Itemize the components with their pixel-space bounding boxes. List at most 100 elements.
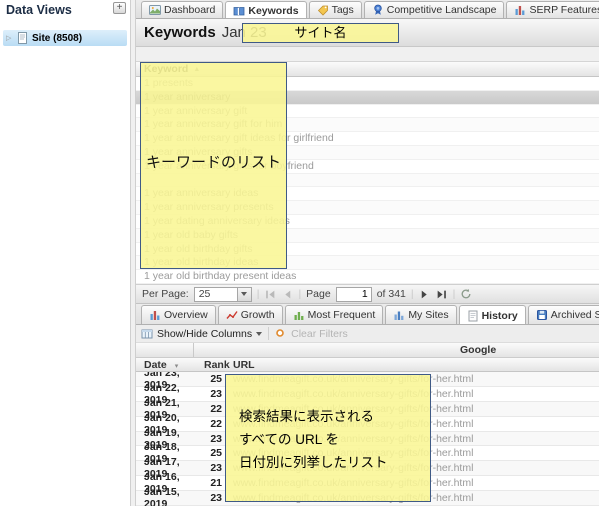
per-page-value: 25 xyxy=(195,288,237,301)
last-page-button[interactable] xyxy=(436,288,448,300)
tab-keywords[interactable]: Keywords xyxy=(225,1,306,19)
book-icon xyxy=(233,5,245,17)
next-page-icon xyxy=(419,289,430,300)
top-tab-bar: Dashboard Keywords Tags Competitive Land… xyxy=(136,0,599,19)
tab-serp-features[interactable]: SERP Features xyxy=(506,1,599,18)
tab-competitive-landscape[interactable]: Competitive Landscape xyxy=(364,1,505,18)
data-views-header: Data Views + xyxy=(0,0,130,20)
separator: | xyxy=(298,288,301,300)
rank-cell: 23 xyxy=(194,462,229,474)
page-header: Keywords Jan 23 サイト名 xyxy=(136,19,599,47)
chevron-down-icon xyxy=(241,292,247,296)
tree-item-label: Site (8508) xyxy=(32,33,82,44)
bottom-tab-bar: Overview Growth Most Frequent My Sites H… xyxy=(136,304,599,325)
keyword-label: 1 year old birthday present ideas xyxy=(144,270,296,282)
page-input[interactable] xyxy=(336,287,372,302)
table-column-headers: Date ▾ Rank URL xyxy=(136,358,599,372)
clear-filters-icon xyxy=(275,328,287,340)
refresh-icon xyxy=(460,288,472,300)
tab-archived-serps[interactable]: Archived SERPs xyxy=(528,305,599,324)
per-page-select[interactable]: 25 xyxy=(194,287,252,302)
refresh-button[interactable] xyxy=(460,288,472,300)
tab-label: Growth xyxy=(241,309,275,321)
site-doc-icon xyxy=(17,32,29,44)
separator: | xyxy=(453,288,456,300)
prev-page-button[interactable] xyxy=(281,288,293,300)
chevron-down-icon xyxy=(256,332,262,336)
tab-label: Overview xyxy=(164,309,208,321)
date-column-label: Date xyxy=(144,359,167,371)
last-page-icon xyxy=(436,289,447,300)
tab-label: My Sites xyxy=(408,309,448,321)
first-page-icon xyxy=(265,289,276,300)
add-view-button[interactable]: + xyxy=(113,2,126,14)
column-header-url[interactable]: URL xyxy=(229,359,599,371)
rank-cell: 23 xyxy=(194,388,229,400)
tab-label: Archived SERPs xyxy=(551,309,599,321)
clear-filters-button[interactable]: Clear Filters xyxy=(275,328,348,340)
annotation-url-list: 検索結果に表示される すべての URL を 日付別に列挙したリスト xyxy=(225,374,431,502)
group-header-empty xyxy=(136,343,194,357)
tab-label: SERP Features xyxy=(529,4,599,16)
grid-toolbar-strip xyxy=(136,47,599,62)
tab-my-sites[interactable]: My Sites xyxy=(385,305,456,324)
group-header-google: Google xyxy=(194,343,599,357)
rank-cell: 22 xyxy=(194,418,229,430)
medal-icon xyxy=(372,4,384,16)
annotation-keyword-list-label: キーワードのリスト xyxy=(141,151,286,172)
tab-label: Dashboard xyxy=(164,4,215,16)
tab-growth[interactable]: Growth xyxy=(218,305,283,324)
page-icon xyxy=(467,310,479,322)
rank-cell: 25 xyxy=(194,447,229,459)
show-hide-columns-button[interactable]: Show/Hide Columns xyxy=(141,328,262,340)
rank-cell: 22 xyxy=(194,403,229,415)
tab-overview[interactable]: Overview xyxy=(141,305,216,324)
frequency-chart-icon xyxy=(293,309,305,321)
page-title: Keywords xyxy=(144,24,216,41)
combo-arrow-button[interactable] xyxy=(237,288,251,301)
pagination-bar: Per Page: 25 | | Page of 341 | | xyxy=(136,284,599,304)
rank-column-label: Rank xyxy=(204,359,230,371)
tab-most-frequent[interactable]: Most Frequent xyxy=(285,305,384,324)
separator: | xyxy=(257,288,260,300)
separator xyxy=(268,327,269,340)
tab-label: Competitive Landscape xyxy=(387,4,497,16)
date-cell: Jan 15, 2019 xyxy=(136,486,194,506)
history-toolbar: Show/Hide Columns Clear Filters xyxy=(136,325,599,343)
url-column-label: URL xyxy=(233,359,255,371)
keyword-row[interactable]: 1 year old birthday present ideas xyxy=(136,270,599,284)
column-header-date[interactable]: Date ▾ xyxy=(136,359,194,371)
sort-desc-icon: ▾ xyxy=(175,363,179,370)
growth-line-icon xyxy=(226,309,238,321)
next-page-button[interactable] xyxy=(419,288,431,300)
tab-label: History xyxy=(482,310,518,322)
dashboard-icon xyxy=(149,4,161,16)
page-count-label: of 341 xyxy=(377,288,406,300)
column-header-rank[interactable]: Rank xyxy=(194,359,229,371)
first-page-button[interactable] xyxy=(264,288,276,300)
annotation-url-line2: すべての URL を xyxy=(239,428,430,451)
columns-icon xyxy=(141,328,153,340)
page-label: Page xyxy=(306,288,331,300)
tab-tags[interactable]: Tags xyxy=(309,1,362,18)
annotation-keyword-list: キーワードのリスト xyxy=(140,62,287,269)
main-area: Dashboard Keywords Tags Competitive Land… xyxy=(136,0,599,506)
tab-label: Keywords xyxy=(248,5,298,17)
tree-item-site[interactable]: ▷ Site (8508) xyxy=(3,30,127,46)
rank-cell: 21 xyxy=(194,477,229,489)
sites-chart-icon xyxy=(393,309,405,321)
overview-chart-icon xyxy=(149,309,161,321)
tab-dashboard[interactable]: Dashboard xyxy=(141,1,223,18)
tags-icon xyxy=(317,4,329,16)
clear-filters-label: Clear Filters xyxy=(291,328,348,340)
rank-cell: 25 xyxy=(194,373,229,385)
data-views-panel: Data Views + ▷ Site (8508) xyxy=(0,0,131,506)
rank-cell: 23 xyxy=(194,492,229,504)
rank-cell: 23 xyxy=(194,433,229,445)
tab-history[interactable]: History xyxy=(459,305,526,325)
annotation-url-line1: 検索結果に表示される xyxy=(239,405,430,428)
history-rows: 検索結果に表示される すべての URL を 日付別に列挙したリスト Jan 23… xyxy=(136,372,599,506)
tree-expander-icon[interactable]: ▷ xyxy=(6,34,14,42)
separator: | xyxy=(411,288,414,300)
annotation-site-name: サイト名 xyxy=(242,23,399,43)
